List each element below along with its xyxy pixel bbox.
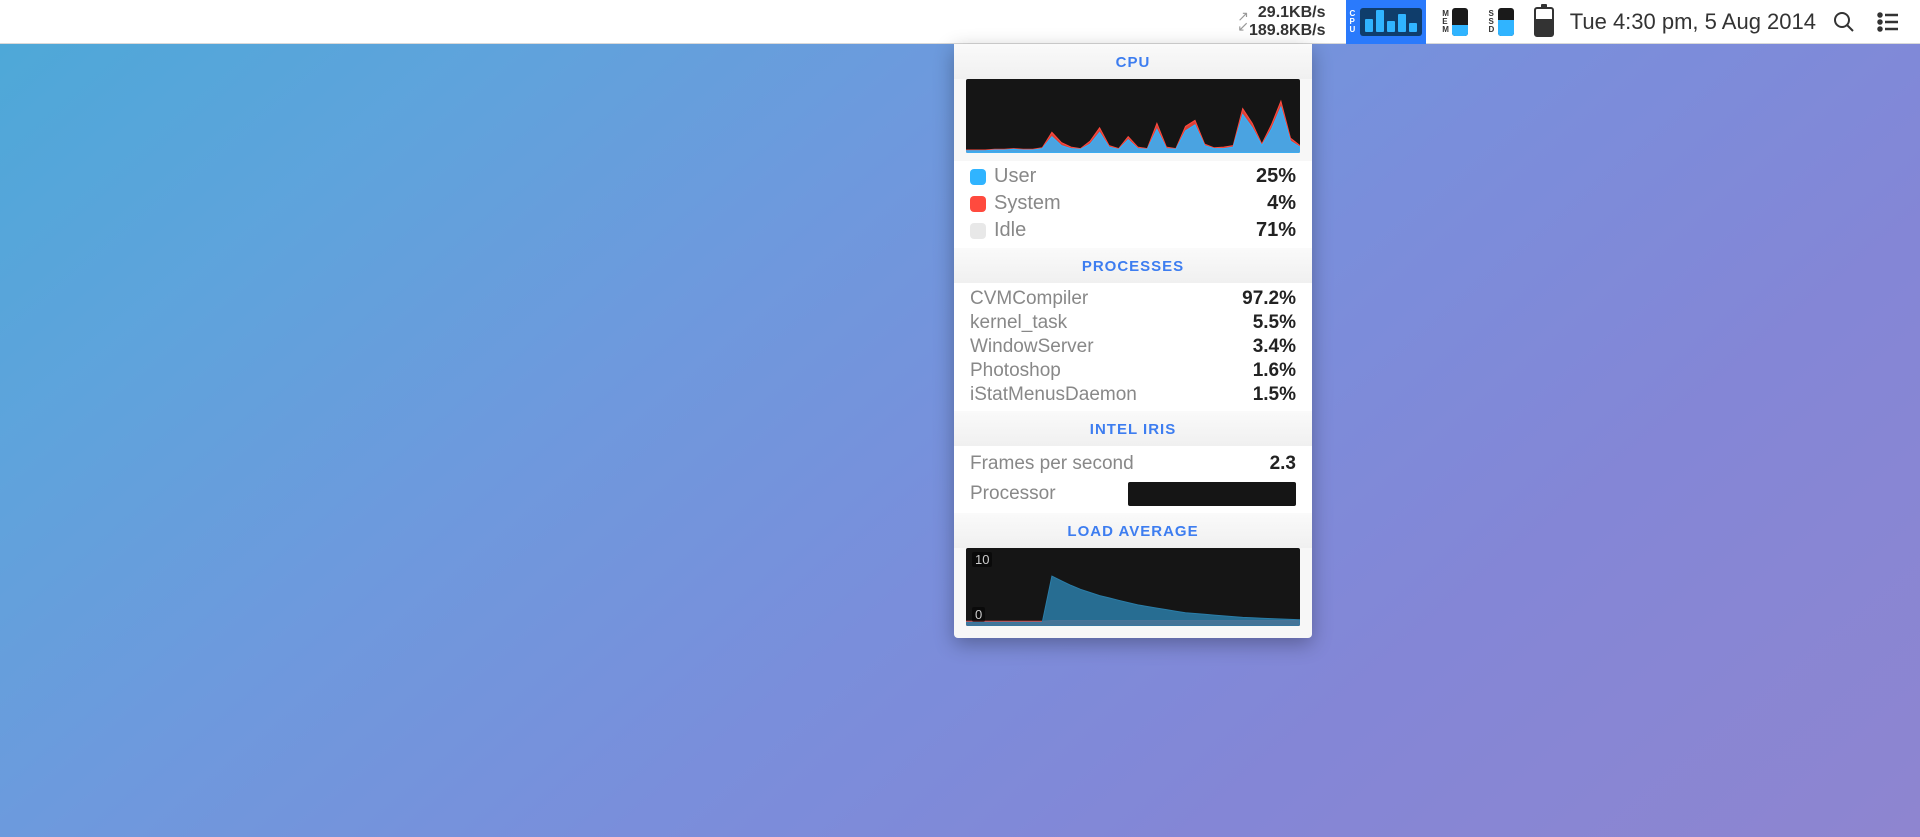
process-name: kernel_task <box>970 312 1067 334</box>
process-name: iStatMenusDaemon <box>970 384 1137 406</box>
processor-label: Processor <box>970 483 1056 505</box>
net-down-value: 189.8KB/s <box>1249 22 1326 40</box>
legend-label: User <box>994 165 1256 188</box>
processes-section-header[interactable]: PROCESSES <box>954 248 1312 283</box>
processor-row[interactable]: Processor <box>966 476 1300 507</box>
process-name: Photoshop <box>970 360 1061 382</box>
ssd-widget[interactable]: S S D <box>1484 0 1517 44</box>
fps-value: 2.3 <box>1270 453 1296 475</box>
ssd-fill-icon <box>1498 8 1514 36</box>
cpu-dropdown-panel: CPU User25%System4%Idle71% PROCESSES CVM… <box>954 44 1312 638</box>
cpu-usage-chart[interactable] <box>966 79 1300 153</box>
menu-clock[interactable]: Tue 4:30 pm, 5 Aug 2014 <box>1570 9 1816 35</box>
legend-swatch-icon <box>970 169 986 185</box>
net-arrows-icon: ↗↙ <box>1237 12 1249 32</box>
cpu-section-header[interactable]: CPU <box>954 44 1312 79</box>
process-value: 3.4% <box>1253 336 1296 358</box>
process-value: 97.2% <box>1242 288 1296 310</box>
network-widget[interactable]: ↗↙ 29.1KB/s 189.8KB/s <box>1233 0 1333 44</box>
net-up-value: 29.1KB/s <box>1258 4 1326 22</box>
battery-icon <box>1534 7 1554 37</box>
process-value: 1.5% <box>1253 384 1296 406</box>
fps-label: Frames per second <box>970 453 1134 475</box>
process-list: CVMCompiler97.2%kernel_task5.5%WindowSer… <box>954 283 1312 411</box>
load-y-top: 10 <box>972 552 992 567</box>
cpu-widget[interactable]: C P U <box>1346 0 1427 44</box>
legend-row[interactable]: System4% <box>966 190 1300 217</box>
legend-value: 4% <box>1267 192 1296 215</box>
fps-row[interactable]: Frames per second 2.3 <box>966 452 1300 476</box>
battery-widget[interactable] <box>1530 0 1558 44</box>
process-name: WindowServer <box>970 336 1094 358</box>
cpu-bars-icon <box>1360 8 1422 36</box>
legend-row[interactable]: User25% <box>966 163 1300 190</box>
gpu-section-header[interactable]: INTEL IRIS <box>954 411 1312 446</box>
legend-row[interactable]: Idle71% <box>966 217 1300 244</box>
legend-value: 25% <box>1256 165 1296 188</box>
spotlight-search-icon[interactable] <box>1828 0 1860 44</box>
memory-widget[interactable]: M E M <box>1438 0 1472 44</box>
mem-fill-icon <box>1452 8 1468 36</box>
legend-value: 71% <box>1256 219 1296 242</box>
process-value: 5.5% <box>1253 312 1296 334</box>
process-row[interactable]: iStatMenusDaemon 1.5% <box>966 383 1300 407</box>
process-value: 1.6% <box>1253 360 1296 382</box>
process-row[interactable]: Photoshop 1.6% <box>966 359 1300 383</box>
legend-swatch-icon <box>970 196 986 212</box>
process-name: CVMCompiler <box>970 288 1088 310</box>
process-row[interactable]: kernel_task 5.5% <box>966 311 1300 335</box>
cpu-legend-list: User25%System4%Idle71% <box>954 161 1312 248</box>
legend-label: System <box>994 192 1267 215</box>
ssd-icon: S S D <box>1488 10 1494 34</box>
cpu-icon: C P U <box>1350 10 1357 34</box>
process-row[interactable]: WindowServer 3.4% <box>966 335 1300 359</box>
menu-bar: ↗↙ 29.1KB/s 189.8KB/s C P U M E M S S D <box>0 0 1920 44</box>
notification-center-icon[interactable] <box>1872 0 1904 44</box>
mem-icon: M E M <box>1442 10 1449 34</box>
load-section-header[interactable]: LOAD AVERAGE <box>954 513 1312 548</box>
processor-bar <box>1128 482 1296 506</box>
process-row[interactable]: CVMCompiler 97.2% <box>966 287 1300 311</box>
legend-swatch-icon <box>970 223 986 239</box>
load-average-chart[interactable]: 10 0 <box>966 548 1300 626</box>
legend-label: Idle <box>994 219 1256 242</box>
load-y-bottom: 0 <box>972 607 985 622</box>
